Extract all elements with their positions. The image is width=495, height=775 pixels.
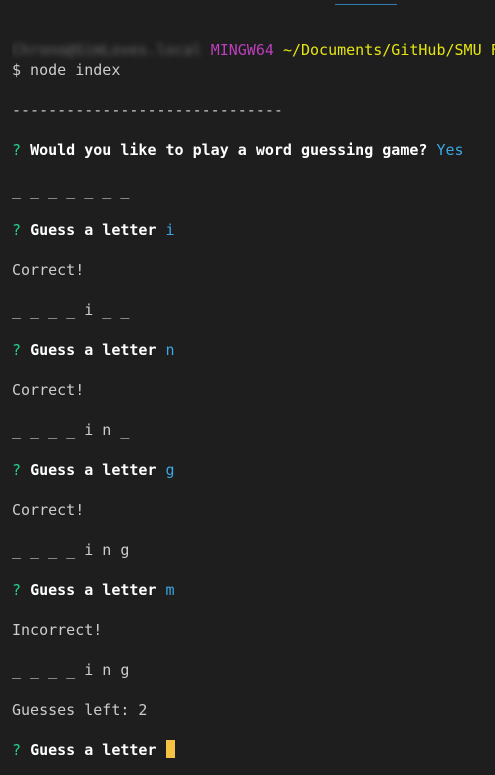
guess-line: ? Guess a letter m	[12, 580, 495, 600]
divider-line: ------------------------------	[12, 101, 283, 119]
guess-letter: m	[165, 581, 175, 599]
guess-line: ? Guess a letter n	[12, 340, 495, 360]
question-mark-icon: ?	[12, 141, 22, 159]
active-tab-indicator	[335, 4, 397, 5]
command-line: $ node index	[12, 61, 121, 79]
guess-line: ? Guess a letter i	[12, 220, 495, 240]
question-mark-icon: ?	[12, 581, 22, 599]
guess-prompt-text: Guess a letter	[30, 221, 157, 239]
current-prompt-text: Guess a letter	[30, 741, 157, 759]
text-cursor[interactable]	[165, 740, 175, 758]
word-display: _ _ _ _ i _ _	[12, 301, 130, 319]
guess-letter: g	[165, 461, 175, 479]
question-mark-icon: ?	[12, 341, 22, 359]
word-display: _ _ _ _ i n g	[12, 541, 130, 559]
guess-result: Incorrect!	[12, 621, 103, 639]
guess-result: Correct!	[12, 501, 85, 519]
guess-letter: n	[165, 341, 175, 359]
guess-result: Correct!	[12, 381, 85, 399]
play-answer: Yes	[436, 141, 464, 159]
terminal-output[interactable]: Chrono@SimLoves.local MINGW64 ~/Document…	[12, 40, 495, 760]
current-input-line[interactable]: ? Guess a letter	[12, 740, 495, 760]
guess-prompt-text: Guess a letter	[30, 341, 157, 359]
guesses-left: Guesses left: 2	[12, 701, 148, 719]
guess-line: ? Guess a letter g	[12, 460, 495, 480]
guess-letter: i	[165, 221, 175, 239]
guess-prompt-text: Guess a letter	[30, 581, 157, 599]
prompt-path: ~/Documents/GitHub/SMU Fu	[282, 41, 495, 59]
guess-prompt-text: Guess a letter	[30, 461, 157, 479]
word-display: _ _ _ _ _ _ _	[12, 181, 130, 199]
prompt-user: Chrono@SimLoves.local	[12, 41, 202, 59]
shell-prompt-line: Chrono@SimLoves.local MINGW64 ~/Document…	[12, 40, 495, 60]
word-display: _ _ _ _ i n _	[12, 421, 130, 439]
question-mark-icon: ?	[12, 461, 22, 479]
play-question-text: Would you like to play a word guessing g…	[30, 141, 428, 159]
question-mark-icon: ?	[12, 221, 22, 239]
question-mark-icon: ?	[12, 741, 22, 759]
prompt-host: MINGW64	[210, 41, 274, 59]
word-display: _ _ _ _ i n g	[12, 661, 130, 679]
play-question-line: ? Would you like to play a word guessing…	[12, 140, 495, 160]
guess-result: Correct!	[12, 261, 85, 279]
